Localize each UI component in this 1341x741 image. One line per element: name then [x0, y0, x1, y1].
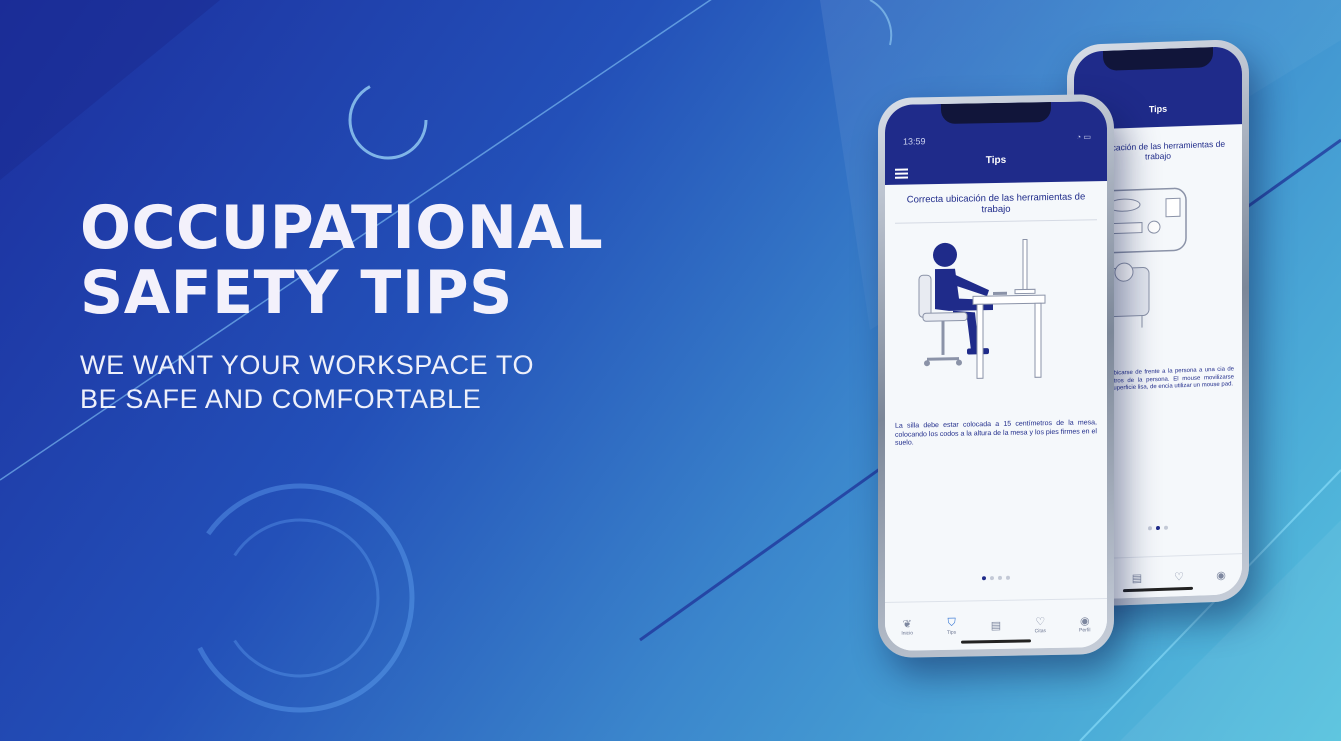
- tip-text: La silla debe estar colocada a 15 centím…: [895, 419, 1097, 447]
- tab-citas[interactable]: ♡: [1164, 569, 1194, 583]
- battery-icon: ▭: [1083, 132, 1091, 142]
- wifi-icon: ◔: [1076, 132, 1082, 142]
- status-icons: ◔ ▭: [1076, 132, 1091, 141]
- tab-label: Perfil: [1079, 626, 1091, 634]
- hero-title-line1: OCCUPATIONAL: [80, 193, 604, 263]
- tip-title: Correcta ubicación de las herramientas d…: [895, 191, 1097, 224]
- tab-documents[interactable]: ▤: [981, 618, 1011, 632]
- front-phone-mockup: 13:59 ◔ ▭ Tips Correcta ubicación de las…: [878, 93, 1114, 659]
- bottom-tab-bar: ❦ Inicio ⛉ Tips ▤ ♡ Citas ◉ Perfil: [885, 598, 1107, 651]
- front-phone-screen: 13:59 ◔ ▭ Tips Correcta ubicación de las…: [885, 101, 1107, 651]
- heart-pulse-icon: ♡: [1174, 570, 1184, 583]
- tab-documents[interactable]: ▤: [1122, 571, 1152, 585]
- hamburger-menu-icon[interactable]: [895, 168, 908, 179]
- status-time: 13:59: [903, 136, 926, 147]
- hero-subtitle-line1: WE WANT YOUR WORKSPACE TO: [80, 350, 535, 380]
- user-icon: ◉: [1079, 614, 1090, 628]
- tab-citas[interactable]: ♡ Citas: [1025, 614, 1055, 634]
- hero-title-line2: SAFETY TIPS: [80, 258, 513, 328]
- shield-check-icon: ⛉: [947, 616, 956, 629]
- phone-notch: [1103, 47, 1213, 71]
- tab-label: Citas: [1034, 627, 1047, 634]
- document-icon: ▤: [1131, 572, 1143, 585]
- tab-label: Inicio: [901, 629, 914, 637]
- hero-section: OCCUPATIONAL SAFETY TIPS WE WANT YOUR WO…: [80, 196, 603, 416]
- phone-notch: [941, 102, 1051, 124]
- tab-perfil[interactable]: ◉ Perfil: [1070, 614, 1100, 634]
- leaf-icon: ❦: [902, 617, 912, 631]
- user-icon: ◉: [1216, 569, 1226, 582]
- heart-pulse-icon: ♡: [1035, 615, 1046, 628]
- hero-subtitle: WE WANT YOUR WORKSPACE TO BE SAFE AND CO…: [80, 348, 603, 416]
- hero-title: OCCUPATIONAL SAFETY TIPS: [80, 196, 603, 326]
- tab-tips[interactable]: ⛉ Tips: [937, 616, 967, 636]
- tab-inicio[interactable]: ❦ Inicio: [892, 617, 922, 637]
- tab-label: Tips: [946, 629, 957, 636]
- hero-subtitle-line2: BE SAFE AND COMFORTABLE: [80, 384, 482, 414]
- tab-perfil[interactable]: ◉: [1206, 568, 1236, 582]
- document-icon: ▤: [990, 619, 1002, 632]
- carousel-dots[interactable]: [885, 565, 1107, 587]
- seated-worker-illustration: [918, 238, 1046, 379]
